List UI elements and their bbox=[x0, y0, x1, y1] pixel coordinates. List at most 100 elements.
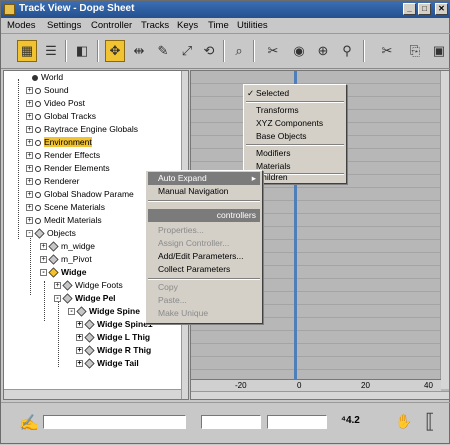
menu-item-make-unique[interactable]: Make Unique bbox=[148, 307, 260, 320]
menu-item-assign-controller[interactable]: Assign Controller... bbox=[148, 237, 260, 250]
value-field[interactable] bbox=[267, 415, 327, 429]
paste-time-icon[interactable]: ▣ bbox=[429, 40, 449, 62]
expand-icon[interactable]: + bbox=[26, 87, 33, 95]
cut-time-icon[interactable]: ✂ bbox=[377, 40, 397, 62]
expand-icon[interactable]: + bbox=[40, 243, 47, 251]
insert-time-icon[interactable]: ⚲ bbox=[337, 40, 357, 62]
expand-icon[interactable]: + bbox=[76, 334, 83, 342]
menu-item-properties[interactable]: Properties... bbox=[148, 224, 260, 237]
menu-settings[interactable]: Settings bbox=[47, 20, 81, 31]
submenu-item-modifiers[interactable]: Modifiers bbox=[246, 147, 344, 160]
tree-node[interactable]: + Scene Materials bbox=[26, 201, 105, 214]
zoom-extents-icon[interactable]: ⟦ bbox=[425, 409, 435, 434]
delete-time-icon[interactable]: ✂ bbox=[263, 40, 283, 62]
tree-node[interactable]: + Video Post bbox=[26, 97, 85, 110]
expand-icon[interactable]: + bbox=[26, 217, 33, 225]
submenu-item-transforms[interactable]: Transforms bbox=[246, 104, 344, 117]
expand-icon[interactable]: + bbox=[26, 165, 33, 173]
tree-node[interactable]: + Global Tracks bbox=[26, 110, 96, 123]
expand-icon[interactable]: - bbox=[40, 269, 47, 277]
menu-item-auto-expand[interactable]: Auto Expand ▸ bbox=[148, 172, 260, 185]
copy-time-icon[interactable]: ⎘ bbox=[405, 40, 425, 62]
menu-item-collect-parameters[interactable]: Collect Parameters bbox=[148, 263, 260, 276]
scale-time-range-icon[interactable]: ⊕ bbox=[313, 40, 333, 62]
menu-modes[interactable]: Modes bbox=[7, 20, 36, 31]
expand-icon[interactable]: + bbox=[54, 282, 61, 290]
menu-utilities[interactable]: Utilities bbox=[237, 20, 268, 31]
submenu-item-xyz-components[interactable]: XYZ Components bbox=[246, 117, 344, 130]
tree-node[interactable]: + Render Effects bbox=[26, 149, 100, 162]
pan-tool-icon[interactable]: ✍ bbox=[19, 413, 39, 433]
menu-item-manual-navigation[interactable]: Manual Navigation bbox=[148, 185, 260, 198]
tree-horizontal-scrollbar[interactable] bbox=[4, 389, 181, 399]
select-time-icon[interactable]: ⌕ bbox=[229, 40, 249, 62]
expand-icon[interactable]: + bbox=[26, 152, 33, 160]
move-keys-icon[interactable]: ✥ bbox=[105, 40, 125, 62]
expand-icon[interactable]: + bbox=[26, 139, 33, 147]
expand-icon[interactable]: + bbox=[26, 100, 33, 108]
expand-icon[interactable]: + bbox=[26, 126, 33, 134]
tree-guide bbox=[18, 79, 19, 239]
tree-node[interactable]: + Widge L Thig bbox=[76, 331, 150, 344]
dope-sheet-mode-icon[interactable]: ▦ bbox=[17, 40, 37, 62]
curve-editor-mode-icon[interactable]: ☰ bbox=[41, 40, 61, 62]
minimize-button[interactable]: _ bbox=[403, 3, 416, 15]
tree-node[interactable]: + Widge R Thig bbox=[76, 344, 151, 357]
close-button[interactable]: ✕ bbox=[435, 3, 448, 15]
reverse-time-icon[interactable]: ◉ bbox=[289, 40, 309, 62]
menu-separator bbox=[246, 144, 344, 146]
tree-node[interactable]: + Global Shadow Parame bbox=[26, 188, 134, 201]
filters-icon[interactable]: ◧ bbox=[72, 40, 92, 62]
toolbar: ▦ ☰ ◧ ✥ ⇹ ✎ ⤢ ⟲ ⌕ ✂ ◉ ⊕ ⚲ ✂ ⎘ ▣ bbox=[1, 35, 450, 69]
expand-icon[interactable]: + bbox=[26, 113, 33, 121]
tree-node[interactable]: - Widge bbox=[40, 266, 86, 279]
tree-node[interactable]: + Widge Tail bbox=[76, 357, 139, 370]
keys-horizontal-scrollbar[interactable] bbox=[191, 391, 449, 399]
expand-icon[interactable]: + bbox=[26, 178, 33, 186]
tree-node[interactable]: + Render Elements bbox=[26, 162, 110, 175]
keys-vertical-scrollbar[interactable] bbox=[440, 71, 449, 389]
menu-keys[interactable]: Keys bbox=[177, 20, 198, 31]
window-title: Track View - Dope Sheet bbox=[19, 3, 135, 14]
scale-keys-icon[interactable]: ⤢ bbox=[177, 40, 197, 62]
tree-node[interactable]: + Widge Foots bbox=[54, 279, 123, 292]
expand-icon[interactable]: + bbox=[26, 191, 33, 199]
tree-node[interactable]: World bbox=[32, 71, 63, 84]
expand-icon[interactable]: + bbox=[76, 360, 83, 368]
menu-controller[interactable]: Controller bbox=[91, 20, 132, 31]
menu-item-copy[interactable]: Copy bbox=[148, 281, 260, 294]
tree-node[interactable]: - Objects bbox=[26, 227, 76, 240]
expand-icon[interactable]: + bbox=[40, 256, 47, 264]
add-keys-icon[interactable]: ✎ bbox=[153, 40, 173, 62]
tree-node[interactable]: + Sound bbox=[26, 84, 69, 97]
key-time-field[interactable] bbox=[201, 415, 261, 429]
menu-item-add-edit-parameters[interactable]: Add/Edit Parameters... bbox=[148, 250, 260, 263]
tree-node[interactable]: - Widge Spine bbox=[68, 305, 140, 318]
tree-node[interactable]: + Widge Spine1 bbox=[76, 318, 153, 331]
submenu-item-selected[interactable]: ✓ Selected bbox=[246, 87, 344, 100]
tree-node[interactable]: + Medit Materials bbox=[26, 214, 102, 227]
expand-icon[interactable]: - bbox=[68, 308, 75, 316]
menu-time[interactable]: Time bbox=[208, 20, 229, 31]
tree-node[interactable]: + m_Pivot bbox=[40, 253, 92, 266]
maximize-button[interactable]: □ bbox=[418, 3, 431, 15]
expand-icon[interactable]: - bbox=[54, 295, 61, 303]
expand-icon[interactable]: - bbox=[26, 230, 33, 238]
hand-pan-icon[interactable]: ✋ bbox=[395, 413, 412, 430]
submenu-item-base-objects[interactable]: Base Objects bbox=[246, 130, 344, 143]
tree-node[interactable]: + Raytrace Engine Globals bbox=[26, 123, 138, 136]
slide-keys-icon[interactable]: ⇹ bbox=[129, 40, 149, 62]
expand-icon[interactable]: + bbox=[26, 204, 33, 212]
tree-node[interactable]: + m_widge bbox=[40, 240, 95, 253]
time-ruler[interactable]: -20 0 20 40 bbox=[191, 379, 441, 391]
menu-tracks[interactable]: Tracks bbox=[141, 20, 169, 31]
track-name-field[interactable] bbox=[43, 415, 186, 429]
tree-node[interactable]: - Widge Pel bbox=[54, 292, 116, 305]
scale-time-icon[interactable]: ⟲ bbox=[199, 40, 219, 62]
expand-icon[interactable]: + bbox=[76, 321, 83, 329]
tree-node-selected[interactable]: + Environment bbox=[26, 136, 92, 149]
menu-item-paste[interactable]: Paste... bbox=[148, 294, 260, 307]
menu-separator bbox=[148, 200, 260, 202]
expand-icon[interactable]: + bbox=[76, 347, 83, 355]
tree-node[interactable]: + Renderer bbox=[26, 175, 79, 188]
